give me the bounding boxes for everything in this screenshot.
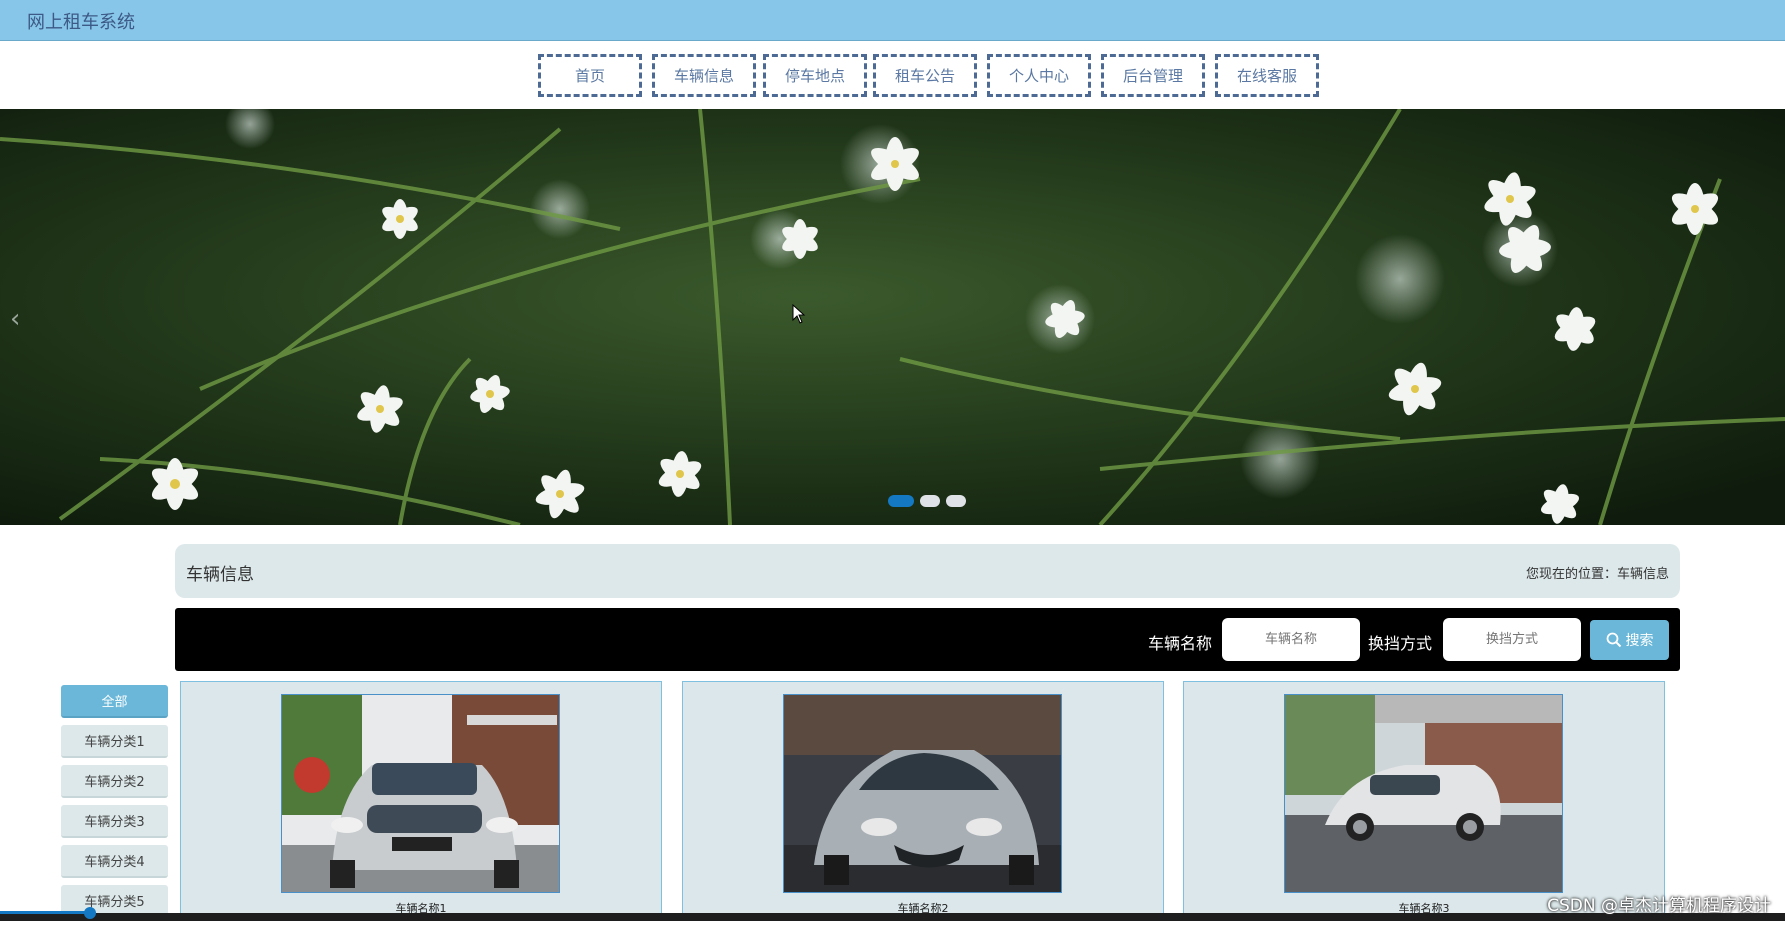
site-title: 网上租车系统 <box>27 12 135 33</box>
search-button[interactable]: 搜索 <box>1590 620 1669 660</box>
vehicle-name-label: 车辆名称 <box>1148 634 1213 653</box>
search-bar: 车辆名称 换挡方式 搜索 <box>175 608 1680 671</box>
breadcrumb: 您现在的位置：车辆信息 <box>1526 563 1669 582</box>
mouse-cursor-icon <box>792 304 806 324</box>
banner-carousel[interactable]: ‹ <box>0 109 1785 525</box>
nav-vehicle-info[interactable]: 车辆信息 <box>652 54 756 97</box>
breadcrumb-current[interactable]: 车辆信息 <box>1617 567 1669 582</box>
gear-type-label: 换挡方式 <box>1368 634 1433 653</box>
category-all[interactable]: 全部 <box>61 685 168 718</box>
vehicle-image[interactable] <box>783 694 1062 893</box>
carousel-indicators <box>888 495 966 507</box>
video-progress-bar[interactable] <box>0 911 90 914</box>
nav-home[interactable]: 首页 <box>538 54 642 97</box>
title-bar: 网上租车系统 <box>0 0 1785 41</box>
nav-announcements[interactable]: 租车公告 <box>873 54 977 97</box>
carousel-dot-3[interactable] <box>946 495 966 507</box>
bottom-strip <box>0 913 1785 921</box>
video-progress-handle[interactable] <box>84 907 96 919</box>
search-button-label: 搜索 <box>1625 633 1654 649</box>
vehicle-image[interactable] <box>1284 694 1563 893</box>
category-item[interactable]: 车辆分类4 <box>61 845 168 878</box>
section-header: 车辆信息 您现在的位置：车辆信息 <box>175 544 1680 598</box>
carousel-dot-1[interactable] <box>888 495 914 507</box>
nav-parking[interactable]: 停车地点 <box>763 54 867 97</box>
category-item[interactable]: 车辆分类1 <box>61 725 168 758</box>
category-item[interactable]: 车辆分类3 <box>61 805 168 838</box>
nav-customer-service[interactable]: 在线客服 <box>1215 54 1319 97</box>
banner-image <box>0 109 1785 525</box>
section-title: 车辆信息 <box>186 565 254 585</box>
carousel-dot-2[interactable] <box>920 495 940 507</box>
vehicle-name-input[interactable] <box>1222 618 1360 661</box>
chevron-left-icon[interactable]: ‹ <box>10 304 20 334</box>
vehicle-card[interactable]: 车辆名称1 <box>180 681 662 921</box>
category-item[interactable]: 车辆分类2 <box>61 765 168 798</box>
watermark: CSDN @卓杰计算机程序设计 <box>1547 896 1771 916</box>
nav-personal-center[interactable]: 个人中心 <box>987 54 1091 97</box>
nav-admin[interactable]: 后台管理 <box>1101 54 1205 97</box>
breadcrumb-label: 您现在的位置： <box>1525 567 1617 582</box>
gear-type-input[interactable] <box>1443 618 1581 661</box>
vehicle-card[interactable]: 车辆名称3 <box>1183 681 1665 921</box>
category-sidebar: 全部 车辆分类1 车辆分类2 车辆分类3 车辆分类4 车辆分类5 <box>61 685 168 925</box>
search-icon <box>1606 632 1621 648</box>
vehicle-image[interactable] <box>281 694 560 893</box>
main-nav: 首页 车辆信息 停车地点 租车公告 个人中心 后台管理 在线客服 <box>0 41 1785 109</box>
vehicle-card[interactable]: 车辆名称2 <box>682 681 1164 921</box>
